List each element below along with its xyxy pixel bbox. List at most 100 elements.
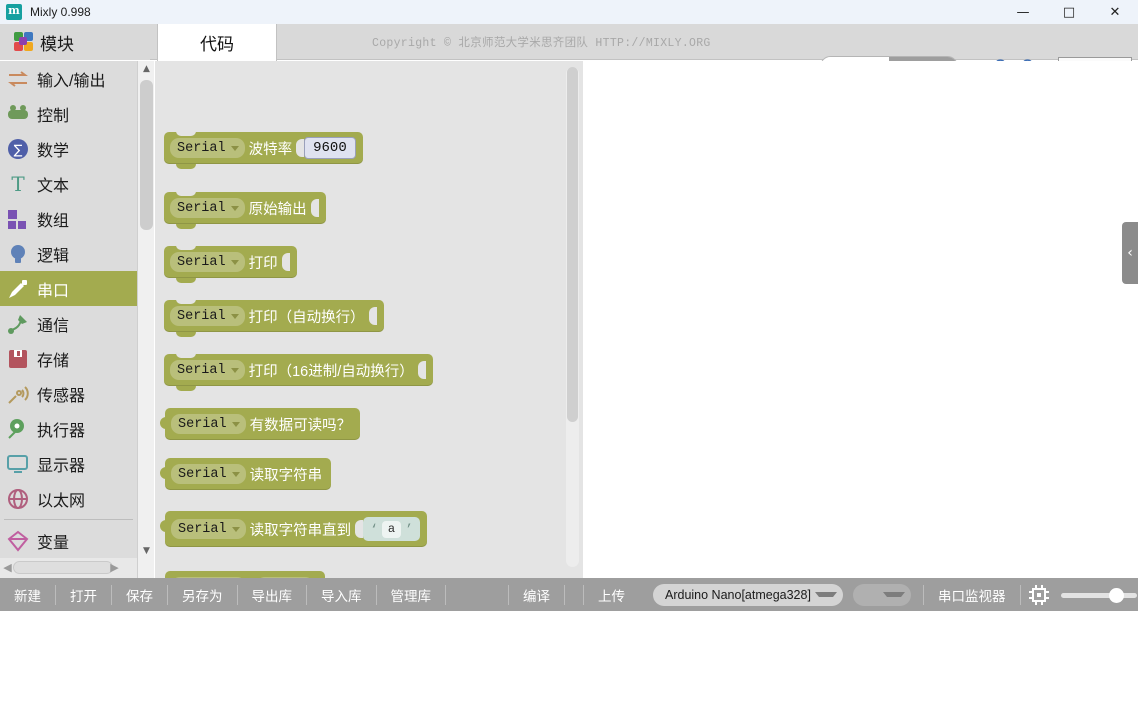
block-dropdown-serial[interactable]: Serial xyxy=(170,198,245,218)
block-dropdown-serial[interactable]: Serial xyxy=(170,138,245,158)
compile-button[interactable]: 编译 xyxy=(509,578,564,611)
block-dropdown-serial[interactable]: Serial xyxy=(171,464,246,484)
flyout-block-3[interactable]: Serial 打印（自动换行） xyxy=(164,299,384,337)
sidebar-item-7[interactable]: 通信 xyxy=(0,306,137,341)
string-input[interactable]: a xyxy=(381,520,402,538)
sidebar-item-label: 数组 xyxy=(37,212,70,230)
chevron-down-icon xyxy=(230,313,239,319)
chevron-down-icon xyxy=(230,205,239,211)
sidebar-item-0[interactable]: 输入/输出 xyxy=(0,61,137,96)
block-dropdown-serial[interactable]: Serial xyxy=(170,306,245,326)
satellite-icon xyxy=(6,312,30,336)
string-block[interactable]: ‘a’ xyxy=(363,517,420,541)
port-select[interactable] xyxy=(853,583,911,606)
flyout-block-5[interactable]: Serial 有数据可读吗？ xyxy=(159,408,361,440)
math-circle-icon: ∑ xyxy=(6,137,30,161)
font-size-slider[interactable] xyxy=(1060,584,1137,606)
block-flyout[interactable]: Serial 波特率 9600 Serial 原始输出 Serial 打印 Serial 打印（… xyxy=(155,61,583,578)
collapse-panel-handle[interactable]: ‹ xyxy=(1122,222,1138,284)
block-input-socket[interactable] xyxy=(281,253,290,271)
sidebar-item-6[interactable]: 串口 xyxy=(0,271,137,306)
svg-text:T: T xyxy=(11,172,25,196)
arrows-io-icon xyxy=(6,67,30,91)
flyout-scrollbar[interactable] xyxy=(566,67,579,567)
slider-knob[interactable] xyxy=(1108,587,1124,603)
sidebar-item-12[interactable]: 以太网 xyxy=(0,481,137,516)
board-select[interactable]: Arduino Nano[atmega328] xyxy=(653,583,843,606)
tab-modules-label: 模块 xyxy=(40,34,74,54)
flyout-block-0[interactable]: Serial 波特率 9600 xyxy=(164,131,363,169)
sidebar-item-5[interactable]: 逻辑 xyxy=(0,236,137,271)
block-dropdown-serial[interactable]: Serial xyxy=(170,252,245,272)
minimize-button[interactable]: — xyxy=(1000,0,1046,24)
sidebar-item-1[interactable]: 控制 xyxy=(0,96,137,131)
sidebar-scroll-thumb[interactable] xyxy=(140,80,153,230)
flyout-block-2[interactable]: Serial 打印 xyxy=(164,245,297,283)
sidebar-item-label: 执行器 xyxy=(37,422,86,440)
sidebar-item-label: 存储 xyxy=(37,352,70,370)
sidebar-item-3[interactable]: T 文本 xyxy=(0,166,137,201)
flyout-block-8[interactable]: Serialread xyxy=(165,571,326,578)
sidebar-vertical-scrollbar[interactable]: ▲ ▼ xyxy=(137,61,154,578)
window-controls: — □ ✕ xyxy=(1000,0,1138,24)
toolbar-button-5[interactable]: 导入库 xyxy=(307,578,376,611)
gamepad-icon xyxy=(6,102,30,126)
sidebar-item-13[interactable]: 变量 xyxy=(0,523,137,558)
sidebar-horizontal-scrollbar[interactable]: ◀ ▶ xyxy=(0,558,137,578)
sidebar-item-2[interactable]: ∑ 数学 xyxy=(0,131,137,166)
toolbar-button-3[interactable]: 另存为 xyxy=(168,578,237,611)
sidebar-item-8[interactable]: 存储 xyxy=(0,341,137,376)
block-input-socket[interactable] xyxy=(368,307,377,325)
toolbar-button-0[interactable]: 新建 xyxy=(0,578,55,611)
flyout-block-6[interactable]: Serial 读取字符串 xyxy=(159,458,332,490)
sidebar-item-label: 变量 xyxy=(37,534,70,552)
block-dropdown-value: Serial xyxy=(178,466,227,482)
flyout-scroll-thumb[interactable] xyxy=(567,67,578,422)
toolbar-divider xyxy=(1019,584,1021,605)
toolbar-divider xyxy=(445,584,446,605)
category-sidebar[interactable]: 输入/输出控制 ∑ 数学 T 文本数组逻辑 串口 通信存储传感器执行器显示器 以太网变量 xyxy=(0,61,137,578)
bottom-toolbar[interactable]: 新建 打开 保存 另存为 导出库 导入库 管理库 编译 上传 Arduino Nano[at… xyxy=(0,578,1138,611)
chevron-down-icon xyxy=(231,526,240,532)
scroll-up-icon[interactable]: ▲ xyxy=(138,61,155,78)
flyout-block-4[interactable]: Serial 打印（16进制/自动换行） xyxy=(164,353,433,391)
chevron-down-icon xyxy=(883,592,905,597)
scroll-down-icon[interactable]: ▼ xyxy=(138,543,155,560)
sidebar-item-11[interactable]: 显示器 xyxy=(0,446,137,481)
tab-modules[interactable]: 模块 xyxy=(0,24,150,60)
flyout-block-1[interactable]: Serial 原始输出 xyxy=(164,191,326,229)
toolbar-file-buttons[interactable]: 新建 打开 保存 另存为 导出库 导入库 管理库 xyxy=(0,578,445,611)
sidebar-hscroll-thumb[interactable] xyxy=(13,561,113,574)
chevron-down-icon xyxy=(230,259,239,265)
block-dropdown-value: Serial xyxy=(178,521,227,537)
array-blocks-icon xyxy=(6,207,30,231)
flyout-block-7[interactable]: Serial 读取字符串直到 ‘a’ xyxy=(160,511,427,547)
sidebar-item-10[interactable]: 执行器 xyxy=(0,411,137,446)
floppy-disk-icon xyxy=(6,347,30,371)
block-label: 有数据可读吗？ xyxy=(249,417,352,434)
number-input[interactable]: 9600 xyxy=(304,137,356,159)
toolbar-button-4[interactable]: 导出库 xyxy=(238,578,307,611)
block-input-socket[interactable] xyxy=(417,361,426,379)
block-dropdown-serial[interactable]: Serial xyxy=(171,414,246,434)
toolbar-button-2[interactable]: 保存 xyxy=(112,578,167,611)
window-titlebar: m Mixly 0.998 — □ ✕ xyxy=(0,0,1138,24)
block-input-socket[interactable] xyxy=(310,199,319,217)
chip-icon[interactable] xyxy=(1027,583,1051,607)
toolbar-button-1[interactable]: 打开 xyxy=(56,578,111,611)
block-dropdown-serial[interactable]: Serial xyxy=(170,360,245,380)
toolbar-button-6[interactable]: 管理库 xyxy=(377,578,446,611)
scroll-right-icon[interactable]: ▶ xyxy=(108,560,121,575)
blockly-workspace[interactable]: Serial 波特率 9600 Serial 原始输出 Serial 打印 Serial 打印（… xyxy=(155,61,1138,578)
sidebar-item-4[interactable]: 数组 xyxy=(0,201,137,236)
block-input-socket[interactable] xyxy=(355,520,364,538)
serial-monitor-button[interactable]: 串口监视器 xyxy=(924,578,1020,611)
close-button[interactable]: ✕ xyxy=(1092,0,1138,24)
sidebar-item-9[interactable]: 传感器 xyxy=(0,376,137,411)
block-input-socket[interactable] xyxy=(296,139,305,157)
block-dropdown-serial[interactable]: Serial xyxy=(171,519,246,539)
sidebar-item-label: 控制 xyxy=(37,107,70,125)
upload-button[interactable]: 上传 xyxy=(584,578,639,611)
maximize-button[interactable]: □ xyxy=(1046,0,1092,24)
tab-code[interactable]: 代码 xyxy=(157,24,277,61)
